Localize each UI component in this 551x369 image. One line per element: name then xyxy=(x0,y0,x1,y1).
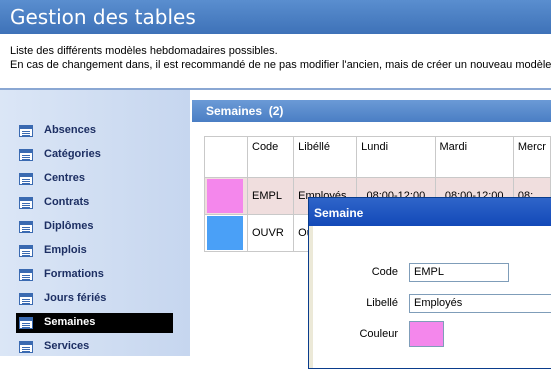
table-icon xyxy=(19,149,33,161)
column-header-color[interactable] xyxy=(204,136,248,178)
panel-title: Semaines (2) xyxy=(206,104,284,118)
table-icon xyxy=(19,197,33,209)
sidebar-item-label: Formations xyxy=(44,268,104,280)
semaine-dialog: Semaine Code EMPL Libellé Employés Coule… xyxy=(308,197,551,369)
table-icon xyxy=(19,269,33,281)
sidebar-item-semaines[interactable]: Semaines xyxy=(16,313,173,333)
sidebar-item-diplomes[interactable]: Diplômes xyxy=(16,217,173,237)
sidebar-item-label: Catégories xyxy=(44,148,101,160)
color-picker[interactable] xyxy=(409,321,444,347)
table-icon xyxy=(19,317,33,329)
color-cell xyxy=(204,177,248,215)
window-title: Gestion des tables xyxy=(10,5,196,29)
sidebar-item-contrats[interactable]: Contrats xyxy=(16,193,173,213)
sidebar: Absences Catégories Centres Contrats Dip… xyxy=(0,88,190,356)
description-line-1: Liste des différents modèles hebdomadair… xyxy=(10,45,278,57)
table-icon xyxy=(19,221,33,233)
dialog-titlebar[interactable]: Semaine xyxy=(309,198,551,226)
panel-header: Semaines (2) xyxy=(192,100,551,122)
couleur-label: Couleur xyxy=(359,328,398,340)
color-swatch xyxy=(207,216,243,250)
column-header-lundi[interactable]: Lundi xyxy=(356,136,436,178)
dialog-title: Semaine xyxy=(314,206,364,220)
color-cell xyxy=(204,214,248,252)
table-icon xyxy=(19,245,33,257)
sidebar-item-formations[interactable]: Formations xyxy=(16,265,173,285)
sidebar-item-label: Services xyxy=(44,340,90,352)
window-titlebar: Gestion des tables xyxy=(0,0,551,34)
color-swatch xyxy=(207,179,243,213)
code-field[interactable]: EMPL xyxy=(409,263,509,282)
column-header-mardi[interactable]: Mardi xyxy=(434,136,514,178)
sidebar-item-label: Diplômes xyxy=(44,220,94,232)
description-line-2: En cas de changement dans, il est recomm… xyxy=(10,59,551,71)
sidebar-item-label: Contrats xyxy=(44,196,90,208)
libelle-label: Libellé xyxy=(366,297,398,309)
sidebar-item-label: Jours fériés xyxy=(44,292,107,304)
sidebar-item-jours-feries[interactable]: Jours fériés xyxy=(16,289,173,309)
table-icon xyxy=(19,125,33,137)
libelle-field[interactable]: Employés xyxy=(409,294,551,313)
sidebar-item-label: Semaines xyxy=(44,316,96,328)
table-icon xyxy=(19,173,33,185)
column-header-mercredi[interactable]: Mercr xyxy=(512,136,551,178)
sidebar-item-categories[interactable]: Catégories xyxy=(16,145,173,165)
sidebar-item-services[interactable]: Services xyxy=(16,337,173,357)
sidebar-item-emplois[interactable]: Emplois xyxy=(16,241,173,261)
column-header-code[interactable]: Code xyxy=(246,136,295,178)
sidebar-item-absences[interactable]: Absences xyxy=(16,121,173,141)
sidebar-item-label: Centres xyxy=(44,172,85,184)
description-area: Liste des différents modèles hebdomadair… xyxy=(0,34,551,88)
table-icon xyxy=(19,293,33,305)
sidebar-item-centres[interactable]: Centres xyxy=(16,169,173,189)
column-header-libelle[interactable]: Libéllé xyxy=(293,136,358,178)
dialog-body: Code EMPL Libellé Employés Couleur xyxy=(313,226,551,368)
sidebar-item-label: Absences xyxy=(44,124,96,136)
table-icon xyxy=(19,341,33,353)
code-label: Code xyxy=(371,266,398,278)
code-cell: EMPL xyxy=(246,177,295,215)
sidebar-item-label: Emplois xyxy=(44,244,87,256)
code-cell: OUVR xyxy=(246,214,295,252)
